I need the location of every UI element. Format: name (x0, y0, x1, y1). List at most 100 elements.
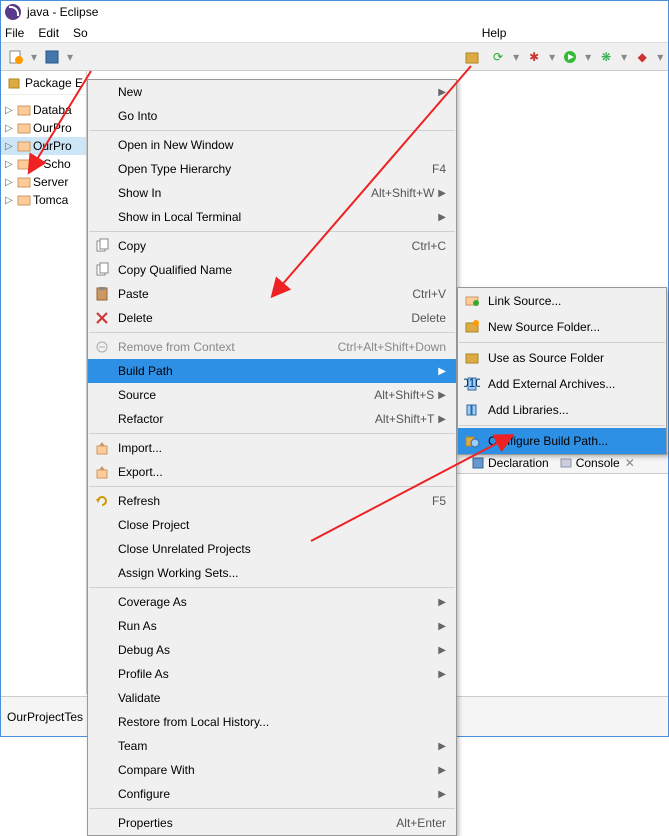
tree-item[interactable]: ▷Tomca (1, 191, 86, 209)
submenu-item-new-source-folder-[interactable]: New Source Folder... (458, 314, 666, 340)
paste-icon (94, 286, 110, 302)
blank-icon (94, 642, 110, 658)
blank-icon (94, 541, 110, 557)
menu-item-new[interactable]: New▶ (88, 80, 456, 104)
menu-item-export-[interactable]: Export... (88, 460, 456, 484)
remove-icon (94, 339, 110, 355)
blank-icon (94, 108, 110, 124)
blank-icon (94, 209, 110, 225)
submenu-item-link-source-[interactable]: Link Source... (458, 288, 666, 314)
window-title: java - Eclipse (27, 5, 98, 19)
menu-item-refactor[interactable]: RefactorAlt+Shift+T▶ (88, 407, 456, 431)
blank-icon (94, 137, 110, 153)
copyq-icon (94, 262, 110, 278)
toolbar-run-icon[interactable] (559, 46, 581, 68)
menu-item-close-unrelated-projects[interactable]: Close Unrelated Projects (88, 537, 456, 561)
menu-item-delete[interactable]: DeleteDelete (88, 306, 456, 330)
blank-icon (94, 815, 110, 831)
package-explorer: Package E ▷Databa ▷OurPro ▷OurPro ▷> Sch… (1, 71, 87, 694)
menu-item-show-in-local-terminal[interactable]: Show in Local Terminal▶ (88, 205, 456, 229)
delete-icon (94, 310, 110, 326)
jar-icon: 010 (464, 376, 480, 392)
toolbar-tool-icon[interactable]: ✱ (523, 46, 545, 68)
package-explorer-title: Package E (25, 76, 83, 90)
menu-item-go-into[interactable]: Go Into (88, 104, 456, 128)
tab-console[interactable]: Console✕ (559, 456, 635, 470)
menu-item-show-in[interactable]: Show InAlt+Shift+W▶ (88, 181, 456, 205)
refresh-icon (94, 493, 110, 509)
blank-icon (94, 594, 110, 610)
package-explorer-header: Package E (1, 71, 86, 95)
menu-item-validate[interactable]: Validate (88, 686, 456, 710)
menu-item-profile-as[interactable]: Profile As▶ (88, 662, 456, 686)
blank-icon (94, 517, 110, 533)
blank-icon (94, 84, 110, 100)
blank-icon (94, 762, 110, 778)
newfolder-icon (464, 319, 480, 335)
blank-icon (94, 387, 110, 403)
menu-edit[interactable]: Edit (38, 26, 59, 40)
submenu-item-add-libraries-[interactable]: Add Libraries... (458, 397, 666, 423)
tree-item[interactable]: ▷Databa (1, 101, 86, 119)
menu-item-refresh[interactable]: RefreshF5 (88, 489, 456, 513)
tree-item[interactable]: ▷> Scho (1, 155, 86, 173)
menu-item-remove-from-context: Remove from ContextCtrl+Alt+Shift+Down (88, 335, 456, 359)
tab-declaration[interactable]: Declaration (471, 456, 549, 470)
blank-icon (94, 185, 110, 201)
menu-item-build-path[interactable]: Build Path▶ (88, 359, 456, 383)
blank-icon (94, 618, 110, 634)
blank-icon (94, 786, 110, 802)
menu-item-copy[interactable]: CopyCtrl+C (88, 234, 456, 258)
menu-source[interactable]: So (73, 26, 88, 40)
tree-item-selected[interactable]: ▷OurPro (1, 137, 86, 155)
menu-item-run-as[interactable]: Run As▶ (88, 614, 456, 638)
blank-icon (94, 411, 110, 427)
menu-item-open-type-hierarchy[interactable]: Open Type HierarchyF4 (88, 157, 456, 181)
toolbar-new-icon[interactable] (5, 46, 27, 68)
config-icon (464, 433, 480, 449)
import-icon (94, 440, 110, 456)
toolbar-save-icon[interactable] (41, 46, 63, 68)
submenu-item-use-as-source-folder[interactable]: Use as Source Folder (458, 345, 666, 371)
menu-item-restore-from-local-history-[interactable]: Restore from Local History... (88, 710, 456, 734)
context-menu: New▶Go Into Open in New WindowOpen Type H… (87, 79, 457, 836)
lib-icon (464, 402, 480, 418)
menu-item-close-project[interactable]: Close Project (88, 513, 456, 537)
svg-text:010: 010 (464, 376, 480, 390)
menu-item-open-in-new-window[interactable]: Open in New Window (88, 133, 456, 157)
toolbar-pkg-icon[interactable] (461, 46, 483, 68)
menu-item-team[interactable]: Team▶ (88, 734, 456, 758)
status-text: OurProjectTes (7, 710, 83, 724)
titlebar: java - Eclipse (1, 1, 668, 23)
link-icon (464, 293, 480, 309)
eclipse-icon (5, 4, 21, 20)
menu-item-coverage-as[interactable]: Coverage As▶ (88, 590, 456, 614)
blank-icon (94, 161, 110, 177)
menu-item-configure[interactable]: Configure▶ (88, 782, 456, 806)
tree-item[interactable]: ▷Server (1, 173, 86, 191)
menu-item-paste[interactable]: PasteCtrl+V (88, 282, 456, 306)
menu-item-compare-with[interactable]: Compare With▶ (88, 758, 456, 782)
submenu-item-add-external-archives-[interactable]: 010Add External Archives... (458, 371, 666, 397)
toolbar: ▾ ▾ ⟳▾ ✱▾ ▾ ❋▾ ◆▾ (1, 43, 668, 71)
menu-item-debug-as[interactable]: Debug As▶ (88, 638, 456, 662)
menu-item-import-[interactable]: Import... (88, 436, 456, 460)
blank-icon (94, 565, 110, 581)
submenu-item-configure-build-path-[interactable]: Configure Build Path... (458, 428, 666, 454)
close-icon[interactable]: ✕ (625, 456, 635, 470)
blank-icon (94, 690, 110, 706)
menu-file[interactable]: File (5, 26, 24, 40)
toolbar-sync-icon[interactable]: ⟳ (487, 46, 509, 68)
blank-icon (94, 363, 110, 379)
toolbar-ext-icon[interactable]: ◆ (631, 46, 653, 68)
srcfolder-icon (464, 350, 480, 366)
blank-icon (94, 666, 110, 682)
menu-item-properties[interactable]: PropertiesAlt+Enter (88, 811, 456, 835)
menu-item-copy-qualified-name[interactable]: Copy Qualified Name (88, 258, 456, 282)
toolbar-debug-icon[interactable]: ❋ (595, 46, 617, 68)
copy-icon (94, 238, 110, 254)
menu-item-assign-working-sets-[interactable]: Assign Working Sets... (88, 561, 456, 585)
tree-item[interactable]: ▷OurPro (1, 119, 86, 137)
menu-help[interactable]: Help (482, 26, 507, 40)
menu-item-source[interactable]: SourceAlt+Shift+S▶ (88, 383, 456, 407)
